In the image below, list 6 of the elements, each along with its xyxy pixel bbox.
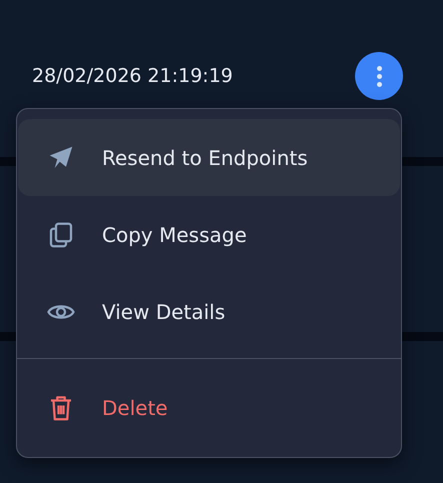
menu-item[interactable]: View Details [18,273,400,350]
menu-item[interactable]: Copy Message [18,196,400,273]
menu-item[interactable]: Delete [18,359,400,457]
timestamp: 28/02/2026 21:19:19 [32,64,233,89]
menu-item[interactable]: Resend to Endpoints [18,119,400,196]
more-options-button[interactable] [355,52,403,100]
